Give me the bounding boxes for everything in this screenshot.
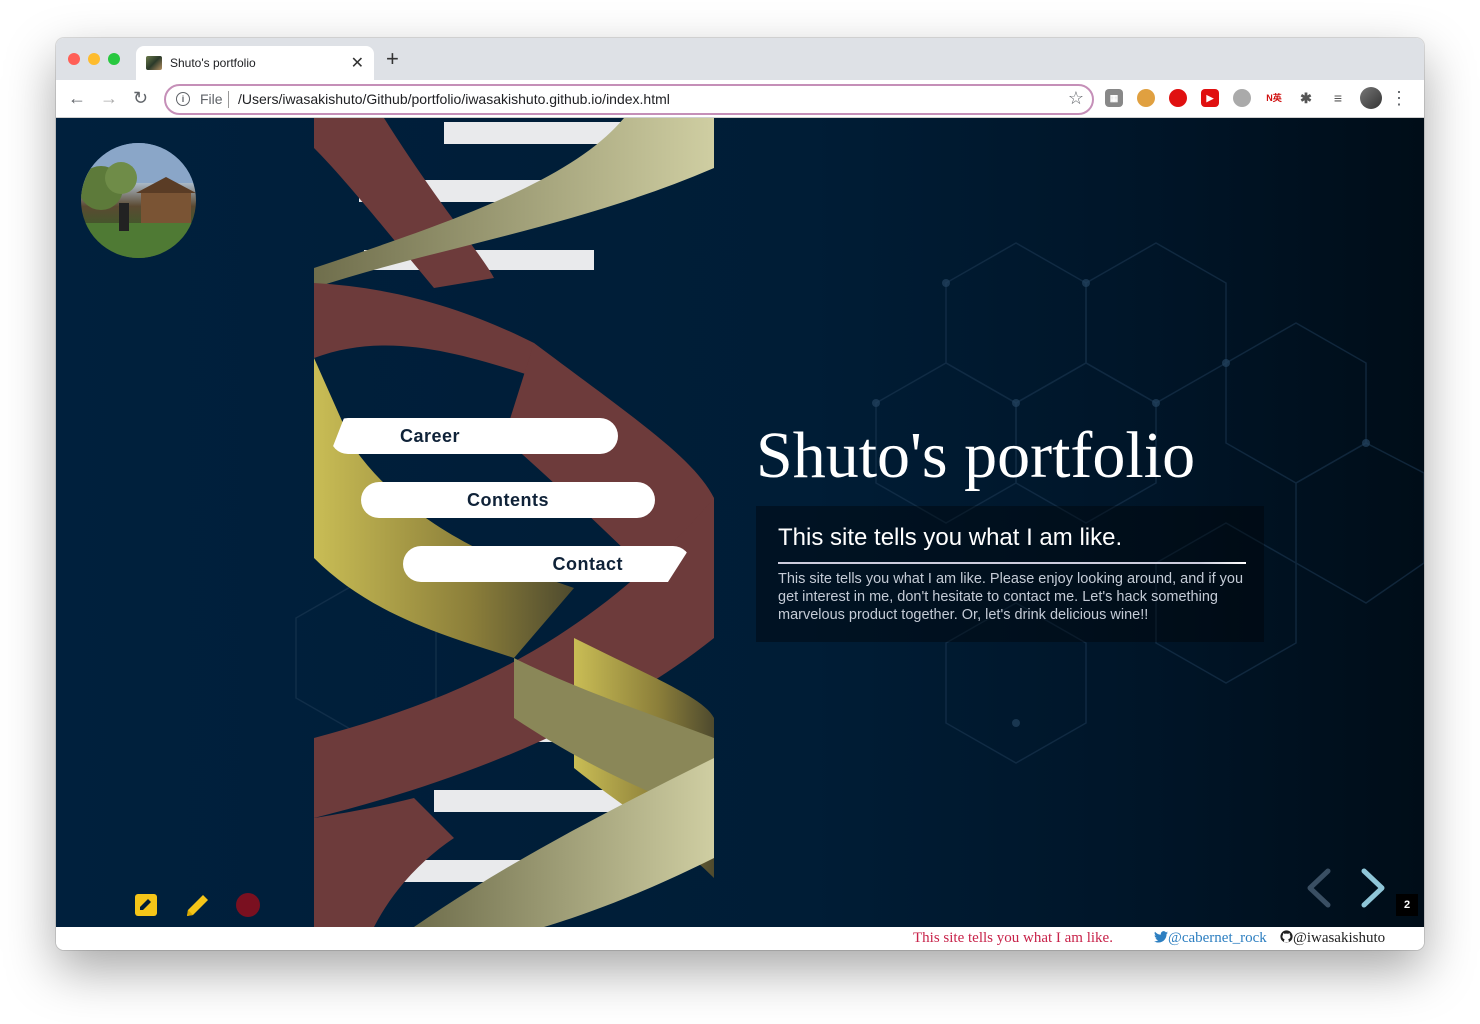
- twitter-link[interactable]: @cabernet_rock: [1154, 930, 1267, 947]
- puzzle-icon[interactable]: ✱: [1297, 89, 1315, 107]
- opera-icon[interactable]: [1169, 89, 1187, 107]
- close-tab-icon[interactable]: ✕: [351, 53, 364, 73]
- github-handle: @iwasakishuto: [1293, 930, 1386, 946]
- twitter-icon: [1154, 931, 1168, 943]
- forward-icon[interactable]: →: [100, 88, 118, 109]
- page-content: Career Contents Contact Shuto's portfoli…: [56, 118, 1424, 927]
- twitter-handle: @cabernet_rock: [1168, 930, 1267, 946]
- address-bar[interactable]: i File /Users/iwasakishuto/Github/portfo…: [164, 84, 1094, 115]
- speed-icon[interactable]: [1233, 89, 1251, 107]
- playlist-icon[interactable]: ≡: [1329, 89, 1347, 107]
- profile-avatar[interactable]: [1360, 87, 1382, 109]
- translate-icon[interactable]: N英: [1265, 89, 1283, 107]
- page-title: Shuto's portfolio: [756, 419, 1196, 492]
- browser-window: Shuto's portfolio ✕ + ← → ↻ i File /User…: [56, 38, 1424, 950]
- description-panel: This site tells you what I am like. This…: [756, 506, 1264, 642]
- tab-title: Shuto's portfolio: [170, 56, 256, 70]
- page-footer: This site tells you what I am like. @cab…: [56, 927, 1424, 950]
- note-edit-icon[interactable]: [134, 893, 158, 917]
- new-tab-button[interactable]: +: [386, 48, 399, 70]
- browser-tab[interactable]: Shuto's portfolio ✕: [136, 46, 374, 80]
- reload-icon[interactable]: ↻: [133, 88, 148, 109]
- contents-link[interactable]: Contents: [361, 482, 655, 518]
- window-controls: [68, 53, 120, 65]
- back-icon[interactable]: ←: [68, 88, 86, 109]
- divider: [228, 91, 229, 108]
- favicon-icon: [146, 56, 162, 70]
- cookie-icon[interactable]: [1137, 89, 1155, 107]
- pencil-icon[interactable]: [184, 891, 212, 919]
- description-text: This site tells you what I am like. Plea…: [778, 571, 1244, 623]
- profile-photo: [81, 143, 196, 258]
- next-slide-icon[interactable]: [1360, 868, 1388, 908]
- divider: [778, 562, 1246, 564]
- contact-link[interactable]: Contact: [403, 546, 691, 582]
- description-heading: This site tells you what I am like.: [778, 524, 1123, 551]
- minimize-window-button[interactable]: [88, 53, 100, 65]
- bookmark-star-icon[interactable]: ☆: [1068, 88, 1084, 109]
- close-window-button[interactable]: [68, 53, 80, 65]
- info-icon[interactable]: i: [176, 92, 190, 106]
- more-menu-icon[interactable]: ⋮: [1390, 88, 1408, 109]
- prev-slide-icon[interactable]: [1304, 868, 1332, 908]
- url-text[interactable]: /Users/iwasakishuto/Github/portfolio/iwa…: [238, 91, 670, 107]
- dna-helix-illustration: [314, 118, 714, 927]
- record-dot-icon[interactable]: [236, 893, 260, 917]
- tab-bar: Shuto's portfolio ✕ +: [56, 38, 1424, 80]
- footer-tagline: This site tells you what I am like.: [913, 930, 1113, 946]
- github-link[interactable]: @iwasakishuto: [1280, 930, 1385, 947]
- slide-number: 2: [1396, 894, 1418, 916]
- maximize-window-button[interactable]: [108, 53, 120, 65]
- url-scheme: File: [200, 91, 223, 107]
- profile-photo-image: [81, 143, 196, 258]
- github-icon: [1280, 930, 1293, 943]
- browser-toolbar: ← → ↻ i File /Users/iwasakishuto/Github/…: [56, 80, 1424, 118]
- qr-icon[interactable]: ▦: [1105, 89, 1123, 107]
- career-link[interactable]: Career: [330, 418, 618, 454]
- youtube-icon[interactable]: ▶: [1201, 89, 1219, 107]
